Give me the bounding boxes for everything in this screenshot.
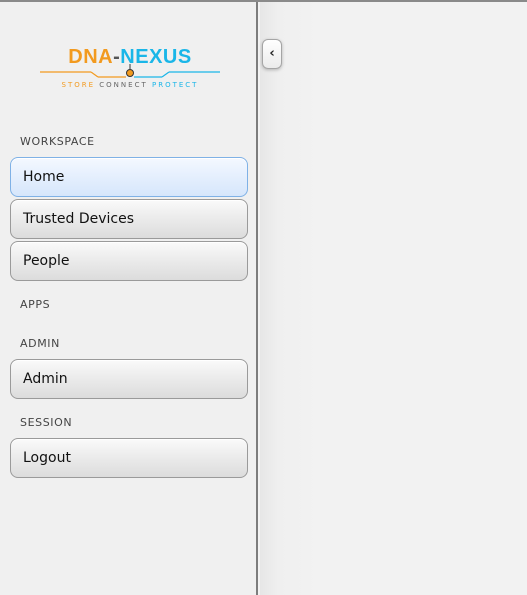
section-admin: ADMIN (20, 337, 60, 350)
main-content-area (260, 2, 527, 595)
logout-button[interactable]: Logout (10, 438, 248, 478)
dna-nexus-logo: DNA-NEXUS STORE CONNECT PROTECT (36, 42, 224, 92)
section-apps: APPS (20, 298, 51, 311)
sidebar-item-trusted-devices[interactable]: Trusted Devices (10, 199, 248, 239)
logo-nexus-text: NEXUS (120, 46, 192, 68)
sidebar: DNA-NEXUS STORE CONNECT PROTECT WORKSPAC… (0, 2, 258, 595)
tagline-store: STORE (61, 81, 96, 89)
chevron-left-icon: ‹ (269, 46, 275, 61)
tagline-connect: CONNECT (99, 81, 148, 89)
logo-dna-text: DNA (68, 46, 114, 68)
tagline-protect: PROTECT (151, 81, 199, 89)
sidebar-item-home[interactable]: Home (10, 157, 248, 197)
logo-wordmark: DNA-NEXUS (36, 46, 224, 69)
sidebar-item-admin[interactable]: Admin (10, 359, 248, 399)
sidebar-item-people[interactable]: People (10, 241, 248, 281)
section-workspace: WORKSPACE (20, 135, 95, 148)
collapse-sidebar-button[interactable]: ‹ (262, 39, 282, 69)
logo-tagline: STORE CONNECT PROTECT (36, 81, 224, 89)
section-session: SESSION (20, 416, 73, 429)
